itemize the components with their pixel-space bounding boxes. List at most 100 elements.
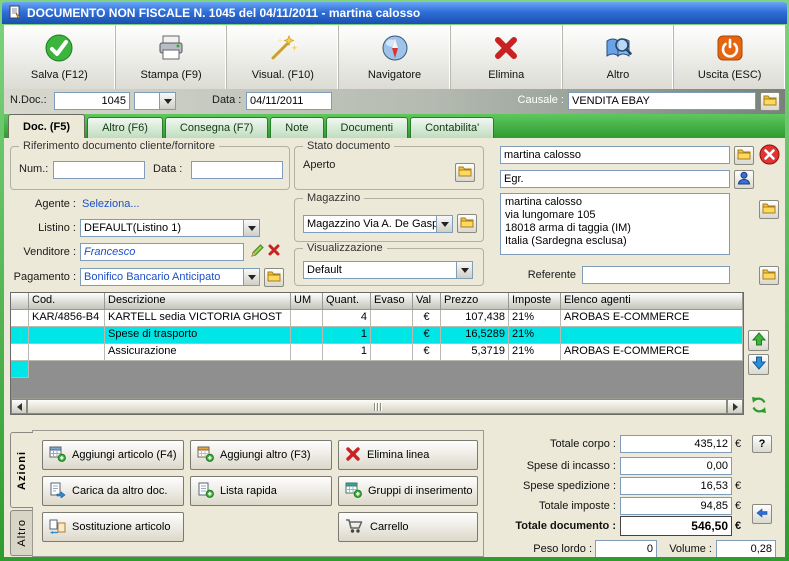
horizontal-scrollbar[interactable] bbox=[11, 398, 743, 414]
customer-folder-button[interactable] bbox=[734, 146, 754, 165]
tab-altro[interactable]: Altro (F6) bbox=[87, 117, 163, 138]
col-header-um[interactable]: UM bbox=[291, 293, 323, 310]
tab-note[interactable]: Note bbox=[270, 117, 324, 138]
pagamento-label: Pagamento : bbox=[13, 271, 76, 283]
pagamento-value: Bonifico Bancario Anticipato bbox=[84, 271, 221, 283]
aggiungi-articolo-button[interactable]: Aggiungi articolo (F4) bbox=[42, 440, 184, 470]
causale-input[interactable] bbox=[568, 92, 756, 110]
magazzino-folder-button[interactable] bbox=[457, 214, 477, 233]
table-row[interactable]: Assicurazione 1 € 5,3719 21% AROBAS E-CO… bbox=[11, 344, 743, 361]
refresh-grid-button[interactable] bbox=[750, 396, 768, 417]
scroll-left-arrow[interactable] bbox=[11, 399, 27, 414]
stato-folder-button[interactable] bbox=[455, 163, 475, 182]
help-button[interactable]: ? bbox=[752, 435, 772, 453]
spese-spedizione-input[interactable] bbox=[620, 477, 732, 495]
sostituzione-articolo-label: Sostituzione articolo bbox=[72, 521, 171, 533]
tab-doc[interactable]: Doc. (F5) bbox=[8, 114, 86, 138]
data-input[interactable] bbox=[246, 92, 332, 110]
col-header-quant[interactable]: Quant. bbox=[323, 293, 371, 310]
navigatore-button[interactable]: Navigatore bbox=[339, 25, 451, 89]
recalculate-button[interactable] bbox=[752, 504, 772, 524]
pagamento-folder-button[interactable] bbox=[264, 268, 284, 287]
customer-title-input[interactable] bbox=[500, 170, 730, 188]
cell-prezzo: 5,3719 bbox=[441, 344, 509, 361]
totale-corpo-input[interactable] bbox=[620, 435, 732, 453]
tab-documenti[interactable]: Documenti bbox=[325, 117, 409, 138]
col-header-evaso[interactable]: Evaso bbox=[371, 293, 413, 310]
spese-incasso-input[interactable] bbox=[620, 457, 732, 475]
referente-input[interactable] bbox=[582, 266, 730, 284]
stampa-button[interactable]: Stampa (F9) bbox=[116, 25, 228, 89]
col-header-descrizione[interactable]: Descrizione bbox=[105, 293, 291, 310]
table-row[interactable]: KAR/4856-B4 KARTELL sedia VICTORIA GHOST… bbox=[11, 310, 743, 327]
move-line-down-button[interactable] bbox=[748, 354, 769, 375]
gruppi-di-inserimento-button[interactable]: Gruppi di inserimento bbox=[338, 476, 478, 506]
chevron-down-icon[interactable] bbox=[243, 220, 259, 236]
col-header-prezzo[interactable]: Prezzo bbox=[441, 293, 509, 310]
elimina-button[interactable]: Elimina bbox=[451, 25, 563, 89]
customer-address-box[interactable]: martina calosso via lungomare 105 18018 … bbox=[500, 193, 730, 255]
scroll-right-arrow[interactable] bbox=[727, 399, 743, 414]
doc-tab-content: Riferimento documento cliente/fornitore … bbox=[4, 138, 785, 557]
sostituzione-articolo-button[interactable]: Sostituzione articolo bbox=[42, 512, 184, 542]
pagamento-combo[interactable]: Bonifico Bancario Anticipato bbox=[80, 268, 260, 286]
scrollbar-track[interactable] bbox=[27, 399, 727, 414]
tab-doc-label: Doc. (F5) bbox=[23, 120, 71, 133]
cell-cod bbox=[29, 344, 105, 361]
new-row-selector[interactable] bbox=[11, 361, 29, 378]
rif-data-input[interactable] bbox=[191, 161, 283, 179]
ndoc-input[interactable] bbox=[54, 92, 130, 110]
totale-imposte-input[interactable] bbox=[620, 497, 732, 515]
chevron-down-icon[interactable] bbox=[436, 216, 452, 232]
col-header-cod[interactable]: Cod. bbox=[29, 293, 105, 310]
chevron-down-icon[interactable] bbox=[243, 269, 259, 285]
lista-rapida-button[interactable]: Lista rapida bbox=[190, 476, 332, 506]
tab-azioni[interactable]: Azioni bbox=[10, 432, 33, 508]
remove-customer-button[interactable] bbox=[759, 144, 780, 168]
folder-icon bbox=[460, 216, 474, 231]
carica-da-altro-doc-button[interactable]: Carica da altro doc. bbox=[42, 476, 184, 506]
elimina-linea-button[interactable]: Elimina linea bbox=[338, 440, 478, 470]
col-header-val[interactable]: Val bbox=[413, 293, 441, 310]
altro-button[interactable]: Altro bbox=[563, 25, 675, 89]
uscita-button[interactable]: Uscita (ESC) bbox=[674, 25, 785, 89]
edit-pencil-icon[interactable] bbox=[250, 243, 265, 261]
col-header-agenti[interactable]: Elenco agenti bbox=[561, 293, 743, 310]
tab-contabilita[interactable]: Contabilita' bbox=[410, 117, 495, 138]
visual-button[interactable]: Visual. (F10) bbox=[227, 25, 340, 89]
rif-num-input[interactable] bbox=[53, 161, 145, 179]
move-line-up-button[interactable] bbox=[748, 330, 769, 351]
blue-down-arrow-icon bbox=[751, 356, 766, 373]
referente-folder-button[interactable] bbox=[759, 266, 779, 285]
listino-combo[interactable]: DEFAULT(Listino 1) bbox=[80, 219, 260, 237]
peso-lordo-input[interactable] bbox=[595, 540, 657, 557]
chevron-down-icon[interactable] bbox=[456, 262, 472, 278]
tab-altro-label: Altro (F6) bbox=[102, 122, 148, 134]
tab-altro-vertical[interactable]: Altro bbox=[10, 510, 33, 556]
contact-person-button[interactable] bbox=[734, 170, 754, 189]
col-header-imposte[interactable]: Imposte bbox=[509, 293, 561, 310]
venditore-input[interactable] bbox=[80, 243, 244, 261]
cell-cod: KAR/4856-B4 bbox=[29, 310, 105, 327]
scrollbar-thumb[interactable] bbox=[27, 399, 727, 414]
tab-consegna[interactable]: Consegna (F7) bbox=[164, 117, 269, 138]
visualizzazione-combo[interactable]: Default bbox=[303, 261, 473, 279]
clear-venditore-x-icon[interactable] bbox=[268, 244, 280, 259]
aggiungi-altro-button[interactable]: Aggiungi altro (F3) bbox=[190, 440, 332, 470]
grid-plus-teal-icon bbox=[345, 481, 362, 501]
salva-button[interactable]: Salva (F12) bbox=[4, 25, 116, 89]
magazzino-combo[interactable]: Magazzino Via A. De Gasperi bbox=[303, 215, 453, 233]
address-folder-button[interactable] bbox=[759, 200, 779, 219]
new-row[interactable] bbox=[11, 361, 743, 378]
volume-input[interactable] bbox=[716, 540, 776, 557]
causale-folder-button[interactable] bbox=[760, 92, 780, 111]
ndoc-type-combo[interactable] bbox=[134, 92, 176, 110]
carrello-button[interactable]: Carrello bbox=[338, 512, 478, 542]
agente-link[interactable]: Seleziona... bbox=[82, 198, 139, 210]
title-bar[interactable]: DOCUMENTO NON FISCALE N. 1045 del 04/11/… bbox=[2, 2, 787, 24]
chevron-down-icon[interactable] bbox=[159, 93, 175, 109]
totale-documento-input[interactable] bbox=[620, 516, 732, 536]
table-row-selected[interactable]: Spese di trasporto 1 € 16,5289 21% bbox=[11, 327, 743, 344]
venditore-label: Venditore : bbox=[23, 246, 76, 258]
customer-name-input[interactable] bbox=[500, 146, 730, 164]
